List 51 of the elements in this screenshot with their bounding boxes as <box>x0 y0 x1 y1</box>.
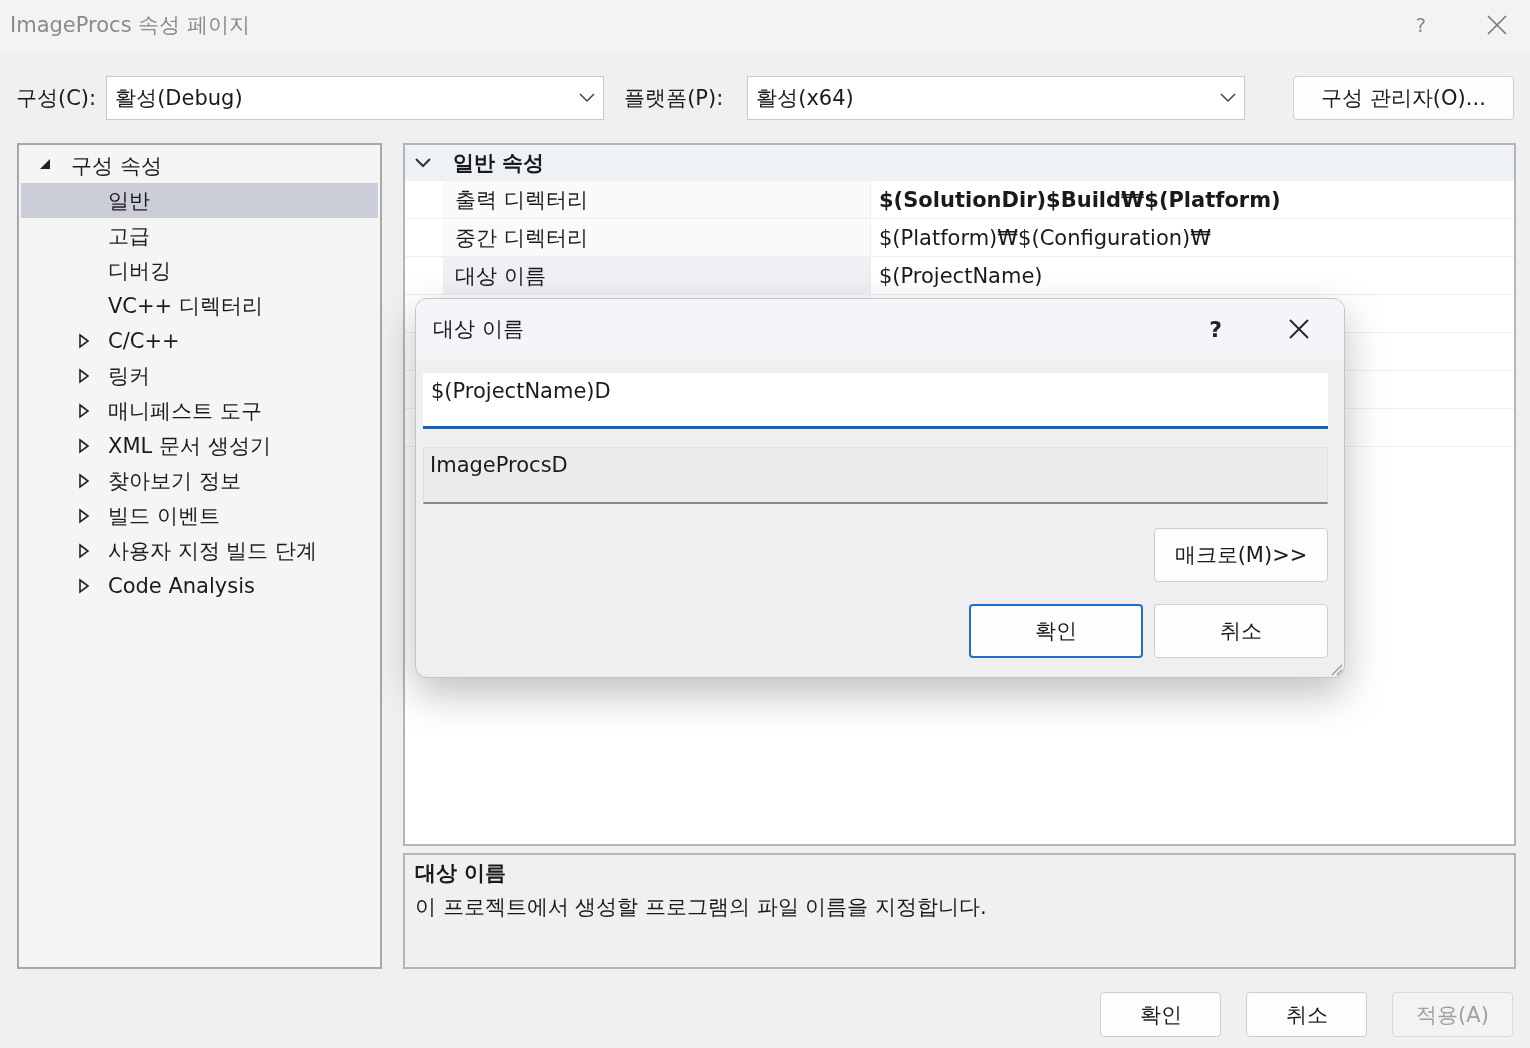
chevron-down-icon[interactable] <box>415 158 431 168</box>
property-name[interactable]: 대상 이름 <box>443 257 870 294</box>
collapsed-triangle-icon[interactable] <box>78 472 90 489</box>
property-value[interactable]: $(Platform)₩$(Configuration)₩ <box>870 219 1514 256</box>
property-value[interactable]: $(SolutionDir)$Build₩$(Platform) <box>870 181 1514 218</box>
configuration-dropdown[interactable]: 활성(Debug) <box>106 76 605 120</box>
description-text: 이 프로젝트에서 생성할 프로그램의 파일 이름을 지정합니다. <box>415 894 988 921</box>
tree-item[interactable]: 빌드 이벤트 <box>21 498 378 533</box>
tree-item[interactable]: 디버깅 <box>21 253 378 288</box>
tree-item[interactable]: VC++ 디렉터리 <box>21 288 378 323</box>
dialog-button[interactable]: 확인 <box>1100 992 1221 1037</box>
tree-item[interactable]: 사용자 지정 빌드 단계 <box>21 533 378 568</box>
property-name[interactable]: 출력 디렉터리 <box>443 181 870 218</box>
collapsed-triangle-icon[interactable] <box>78 367 90 384</box>
input-field[interactable]: $(ProjectName)D <box>423 373 1328 429</box>
collapsed-triangle-icon[interactable] <box>78 577 90 594</box>
platform-dropdown[interactable]: 활성(x64) <box>747 76 1246 120</box>
tree-item[interactable]: 매니페스트 도구 <box>21 393 378 428</box>
window-title: ImageProcs 속성 페이지 <box>10 12 250 39</box>
property-value[interactable]: $(ProjectName) <box>870 257 1514 294</box>
collapsed-triangle-icon[interactable] <box>78 332 90 349</box>
expanded-triangle-icon[interactable] <box>39 157 51 170</box>
tree-item[interactable]: 고급 <box>21 218 378 253</box>
tree-item[interactable]: Code Analysis <box>21 568 378 603</box>
section-header[interactable]: 일반 속성 <box>405 145 1514 181</box>
dialog-title: 대상 이름 <box>433 316 525 343</box>
dialog-button[interactable]: 확인 <box>969 604 1143 658</box>
tree-item[interactable]: 찾아보기 정보 <box>21 463 378 498</box>
help-button[interactable]: ? <box>1209 316 1222 342</box>
evaluated-value-field: ImageProcsD <box>423 447 1328 504</box>
tree-item[interactable]: 구성 속성 <box>21 148 378 183</box>
configuration-manager-button[interactable]: 구성 관리자(O)... <box>1293 76 1514 120</box>
platform-label: 플랫폼(P): <box>624 85 724 112</box>
tree-item[interactable]: 링커 <box>21 358 378 393</box>
collapsed-triangle-icon[interactable] <box>78 402 90 419</box>
property-name[interactable]: 중간 디렉터리 <box>443 219 870 256</box>
chevron-down-icon <box>579 93 596 103</box>
collapsed-triangle-icon[interactable] <box>78 542 90 559</box>
dialog-button[interactable]: 취소 <box>1154 604 1328 658</box>
configuration-label: 구성(C): <box>16 85 97 112</box>
tree-item[interactable]: XML 문서 생성기 <box>21 428 378 463</box>
macros-button[interactable]: 매크로(M)>> <box>1154 528 1328 582</box>
description-title: 대상 이름 <box>415 860 508 887</box>
close-icon[interactable] <box>1288 318 1310 340</box>
resize-grip-icon[interactable] <box>1329 662 1343 676</box>
dialog-button[interactable]: 취소 <box>1246 992 1367 1037</box>
tree-item[interactable]: C/C++ <box>21 323 378 358</box>
collapsed-triangle-icon[interactable] <box>78 507 90 524</box>
chevron-down-icon <box>1220 93 1237 103</box>
tree-item[interactable]: 일반 <box>21 183 378 218</box>
collapsed-triangle-icon[interactable] <box>78 437 90 454</box>
